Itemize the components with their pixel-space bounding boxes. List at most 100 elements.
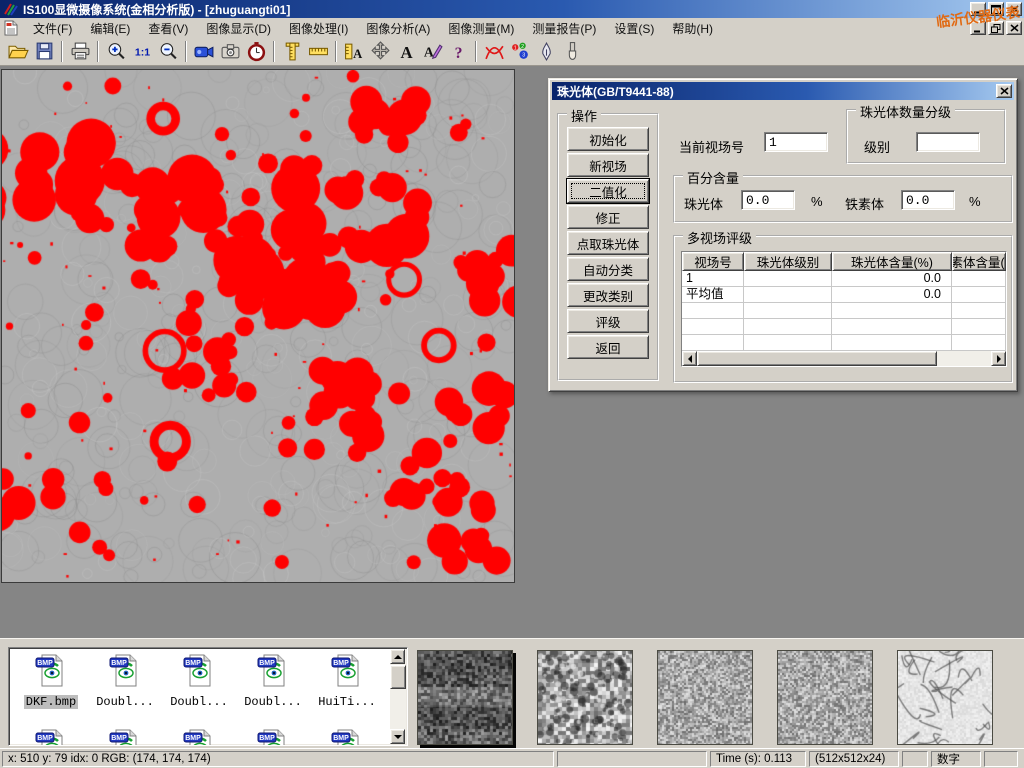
dialog-close-button[interactable] [996,84,1012,98]
table-horizontal-scrollbar[interactable] [682,351,1006,366]
op-button[interactable]: 返回 [567,335,649,359]
file-item[interactable]: BMP [237,728,309,746]
sample-thumbnail[interactable] [417,650,513,745]
op-button[interactable]: 点取珠光体 [567,231,649,255]
file-item[interactable]: BMPDKF.bmp [15,653,87,710]
table-row[interactable]: 平均值0.0 [682,287,1006,303]
scroll-right-button[interactable] [991,351,1006,366]
menu-item[interactable]: 测量报告(P) [523,18,605,39]
toolbar-button-video-camera-icon[interactable] [191,39,217,64]
svg-text:BMP: BMP [333,660,349,667]
svg-text:A: A [353,47,362,61]
scrollbar-thumb[interactable] [697,351,937,366]
file-item[interactable]: BMPDoubl... [89,653,161,710]
menu-item[interactable]: 帮助(H) [663,18,722,39]
file-item[interactable]: BMPDoubl... [237,653,309,710]
toolbar-button-actual-size-icon[interactable]: 1:1 [129,39,155,64]
bmp-file-icon: BMP [89,653,161,692]
toolbar-button-open-icon[interactable] [5,39,31,64]
sample-thumbnail[interactable] [777,650,873,745]
toolbar-button-caliper-icon[interactable] [279,39,305,64]
sample-thumbnails [417,650,993,745]
toolbar-button-camera-icon[interactable] [217,39,243,64]
op-button[interactable]: 评级 [567,309,649,333]
status-position: x: 510 y: 79 idx: 0 RGB: (174, 174, 174) [2,751,554,767]
svg-text:BMP: BMP [111,660,127,667]
op-button[interactable]: 初始化 [567,127,649,151]
svg-text:BMP: BMP [111,735,127,742]
toolbar-button-brush-icon[interactable] [559,39,585,64]
scroll-up-button[interactable] [390,649,405,664]
pearlite-percent-input[interactable] [741,190,795,210]
toolbar-button-text-icon[interactable]: A [393,39,419,64]
file-item[interactable]: BMP [311,728,383,746]
scroll-down-button[interactable] [390,729,405,744]
sample-thumbnail[interactable] [657,650,753,745]
table-row[interactable] [682,319,1006,335]
menu-item[interactable]: 图像显示(D) [197,18,280,39]
toolbar-button-curve-icon[interactable] [481,39,507,64]
sample-thumbnail[interactable] [897,650,993,745]
file-browser-panel: BMPDKF.bmpBMPDoubl...BMPDoubl...BMPDoubl… [0,638,1024,748]
toolbar-button-save-icon[interactable] [31,39,57,64]
menu-item[interactable]: 文件(F) [24,18,81,39]
file-list-scrollbar[interactable] [390,649,406,744]
status-image-size: (512x512x24) [809,751,899,767]
percent-group-label: 百分含量 [683,168,743,187]
table-row[interactable] [682,303,1006,319]
dialog-title-bar[interactable]: 珠光体(GB/T9441-88) [552,82,1014,100]
menu-item[interactable]: 图像分析(A) [357,18,439,39]
table-header-cell[interactable]: 珠光体级别 [744,252,832,271]
toolbar-button-pen-icon[interactable] [533,39,559,64]
sample-thumbnail[interactable] [537,650,633,745]
table-header-cell[interactable]: 铁素体含量(%) [952,252,1006,271]
document-icon [4,20,18,36]
menu-item[interactable]: 设置(S) [605,18,663,39]
toolbar-button-measure-text-icon[interactable]: A [341,39,367,64]
op-button[interactable]: 自动分类 [567,257,649,281]
op-button[interactable]: 新视场 [567,153,649,177]
file-item[interactable]: BMP [89,728,161,746]
svg-text:BMP: BMP [37,735,53,742]
multi-field-group-label: 多视场评级 [683,228,756,247]
op-button[interactable]: 二值化 [567,179,649,203]
menu-item[interactable]: 查看(V) [139,18,197,39]
op-button[interactable]: 更改类别 [567,283,649,307]
toolbar-button-annotate-icon[interactable]: A [419,39,445,64]
table-cell [744,335,832,350]
menu-item[interactable]: 图像处理(I) [280,18,357,39]
micrograph-image[interactable] [2,70,514,582]
toolbar-button-count-icon[interactable]: 123 [507,39,533,64]
scroll-left-button[interactable] [682,351,697,366]
menu-item[interactable]: 图像测量(M) [439,18,523,39]
toolbar-button-print-icon[interactable] [67,39,93,64]
toolbar-button-help-icon[interactable]: ? [445,39,471,64]
table-body: 10.0平均值0.0 [682,271,1006,351]
toolbar-button-zoom-out-icon[interactable] [155,39,181,64]
file-item[interactable]: BMP [163,728,235,746]
current-field-input[interactable] [764,132,828,152]
scrollbar-thumb[interactable] [390,665,406,689]
svg-text:BMP: BMP [259,660,275,667]
client-area: 珠光体(GB/T9441-88) 操作 初始化新视场二值化修正点取珠光体自动分类… [0,66,1024,638]
file-item[interactable]: BMP [15,728,87,746]
file-item[interactable]: BMPHuiTi... [311,653,383,710]
toolbar-separator [475,41,477,62]
file-item[interactable]: BMPDoubl... [163,653,235,710]
file-name: DKF.bmp [24,695,78,709]
toolbar-button-timer-icon[interactable] [243,39,269,64]
svg-text:1: 1 [513,45,516,51]
toolbar-button-move-icon[interactable] [367,39,393,64]
table-row[interactable]: 10.0 [682,271,1006,287]
table-header-cell[interactable]: 视场号 [682,252,744,271]
file-list: BMPDKF.bmpBMPDoubl...BMPDoubl...BMPDoubl… [8,647,408,746]
toolbar-button-ruler-icon[interactable] [305,39,331,64]
table-row[interactable] [682,335,1006,351]
menu-item[interactable]: 编辑(E) [81,18,139,39]
level-input[interactable] [916,132,980,152]
svg-text:3: 3 [522,53,525,59]
ferrite-percent-input[interactable] [901,190,955,210]
table-header-cell[interactable]: 珠光体含量(%) [832,252,952,271]
op-button[interactable]: 修正 [567,205,649,229]
toolbar-button-zoom-in-icon[interactable] [103,39,129,64]
